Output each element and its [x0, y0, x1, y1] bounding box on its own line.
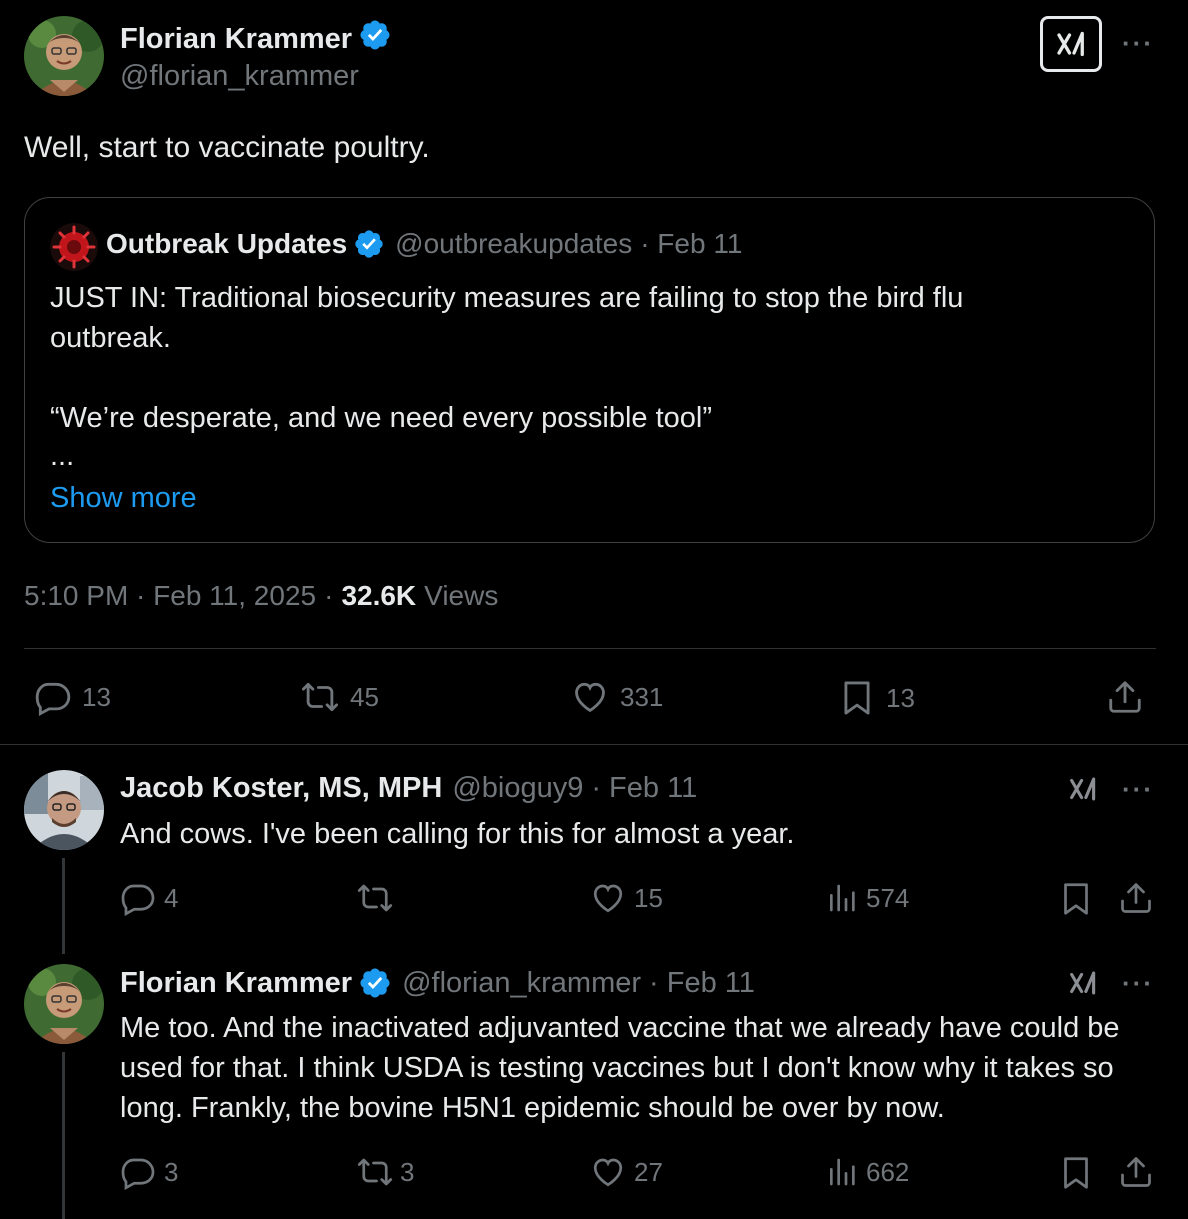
verified-badge-icon — [353, 228, 385, 260]
reply-date[interactable]: · Feb 11 — [591, 772, 697, 805]
reply-button[interactable]: 4 — [120, 880, 178, 916]
reply-count: 3 — [164, 1156, 179, 1187]
views-button[interactable]: 574 — [826, 880, 909, 916]
share-icon — [1118, 1154, 1154, 1190]
more-icon[interactable]: ··· — [1122, 774, 1154, 805]
reply-header: Florian Krammer @florian_krammer · Feb 1… — [120, 966, 755, 1000]
divider — [0, 744, 1188, 745]
bookmark-count: 13 — [886, 682, 915, 713]
more-icon[interactable]: ··· — [1122, 968, 1154, 999]
quote-avatar-image — [50, 223, 98, 271]
views-icon — [826, 1154, 858, 1190]
like-count: 331 — [620, 681, 664, 712]
avatar-image — [24, 770, 104, 850]
quote-header: Outbreak Updates @outbreakupdates · Feb … — [106, 228, 742, 260]
bookmark-button[interactable] — [1058, 1154, 1094, 1192]
like-button[interactable]: 331 — [570, 678, 663, 716]
author-handle[interactable]: @florian_krammer — [120, 60, 359, 93]
verified-badge-icon — [358, 966, 392, 1000]
reply-author-name[interactable]: Florian Krammer — [120, 967, 352, 1000]
repost-button[interactable] — [356, 880, 404, 916]
tweet-meta: 5:10 PM · Feb 11, 2025 · 32.6K Views — [24, 580, 498, 612]
quote-avatar — [50, 223, 98, 271]
repost-count: 3 — [400, 1156, 415, 1187]
repost-button[interactable]: 45 — [300, 678, 379, 716]
thread-line — [62, 858, 65, 954]
tweet-timestamp[interactable]: 5:10 PM · Feb 11, 2025 — [24, 580, 316, 612]
like-icon — [590, 880, 626, 916]
repost-icon — [356, 880, 394, 916]
share-button[interactable] — [1118, 1154, 1154, 1190]
share-button[interactable] — [1118, 880, 1154, 916]
reply-avatar[interactable] — [24, 770, 104, 850]
share-button[interactable] — [1106, 678, 1144, 716]
reply-button[interactable]: 13 — [34, 678, 111, 716]
grok-button[interactable] — [1040, 16, 1102, 72]
reply-button[interactable]: 3 — [120, 1154, 178, 1190]
like-icon — [570, 678, 610, 716]
repost-icon — [356, 1154, 394, 1190]
divider — [24, 648, 1156, 649]
meta-separator: · — [324, 580, 334, 611]
bookmark-button[interactable]: 13 — [838, 678, 915, 718]
bookmark-icon — [1058, 1154, 1094, 1192]
quote-text-line2: “We’re desperate, and we need every poss… — [50, 402, 713, 434]
avatar-image — [24, 964, 104, 1044]
quote-text-line1: JUST IN: Traditional biosecurity measure… — [50, 282, 964, 354]
like-button[interactable]: 15 — [590, 880, 663, 916]
author-name-row[interactable]: Florian Krammer — [120, 18, 392, 56]
like-button[interactable]: 27 — [590, 1154, 663, 1190]
bookmark-icon — [1058, 880, 1094, 918]
reply-icon — [120, 1154, 156, 1190]
like-count: 15 — [634, 882, 663, 913]
reply-author-handle[interactable]: @florian_krammer — [402, 967, 641, 1000]
like-count: 27 — [634, 1156, 663, 1187]
show-more-link[interactable]: Show more — [50, 478, 197, 518]
views-label: Views — [424, 580, 499, 611]
reply-header: Jacob Koster, MS, MPH @bioguy9 · Feb 11 — [120, 772, 697, 805]
views-count: 32.6K — [341, 580, 417, 611]
share-icon — [1118, 880, 1154, 916]
author-name[interactable]: Florian Krammer — [120, 23, 352, 55]
repost-button[interactable]: 3 — [356, 1154, 414, 1190]
grok-icon — [1066, 966, 1100, 1000]
reply-author-name[interactable]: Jacob Koster, MS, MPH — [120, 772, 442, 805]
reply-count: 13 — [82, 681, 111, 712]
views-count: 662 — [866, 1156, 910, 1187]
quote-author-name: Outbreak Updates — [106, 228, 348, 259]
thread-line — [62, 1052, 65, 1219]
repost-count: 45 — [350, 681, 379, 712]
reply-text: And cows. I've been calling for this for… — [120, 818, 795, 850]
reply-author-handle[interactable]: @bioguy9 — [452, 772, 583, 805]
bookmark-button[interactable] — [1058, 880, 1094, 918]
grok-button[interactable] — [1066, 772, 1100, 811]
avatar-image — [24, 16, 104, 96]
views-button[interactable]: 662 — [826, 1154, 909, 1190]
reply-icon — [34, 678, 72, 716]
grok-button[interactable] — [1066, 966, 1100, 1005]
quote-ellipsis: ... — [50, 440, 75, 472]
reply-avatar[interactable] — [24, 964, 104, 1044]
tweet-text: Well, start to vaccinate poultry. — [24, 131, 430, 164]
views-icon — [826, 880, 858, 916]
reply-count: 4 — [164, 882, 179, 913]
bookmark-icon — [838, 678, 876, 718]
quote-author-handle: @outbreakupdates — [395, 228, 633, 259]
like-icon — [590, 1154, 626, 1190]
reply-text: Me too. And the inactivated adjuvanted v… — [120, 1012, 1120, 1124]
verified-badge-icon — [358, 18, 392, 52]
grok-icon — [1066, 772, 1100, 806]
reply-date[interactable]: · Feb 11 — [649, 967, 755, 1000]
share-icon — [1106, 678, 1144, 716]
repost-icon — [300, 678, 340, 716]
more-icon[interactable]: ··· — [1122, 28, 1154, 59]
quote-date: · Feb 11 — [640, 228, 743, 259]
author-avatar[interactable] — [24, 16, 104, 96]
grok-icon — [1053, 26, 1089, 62]
views-count: 574 — [866, 882, 910, 913]
reply-icon — [120, 880, 156, 916]
